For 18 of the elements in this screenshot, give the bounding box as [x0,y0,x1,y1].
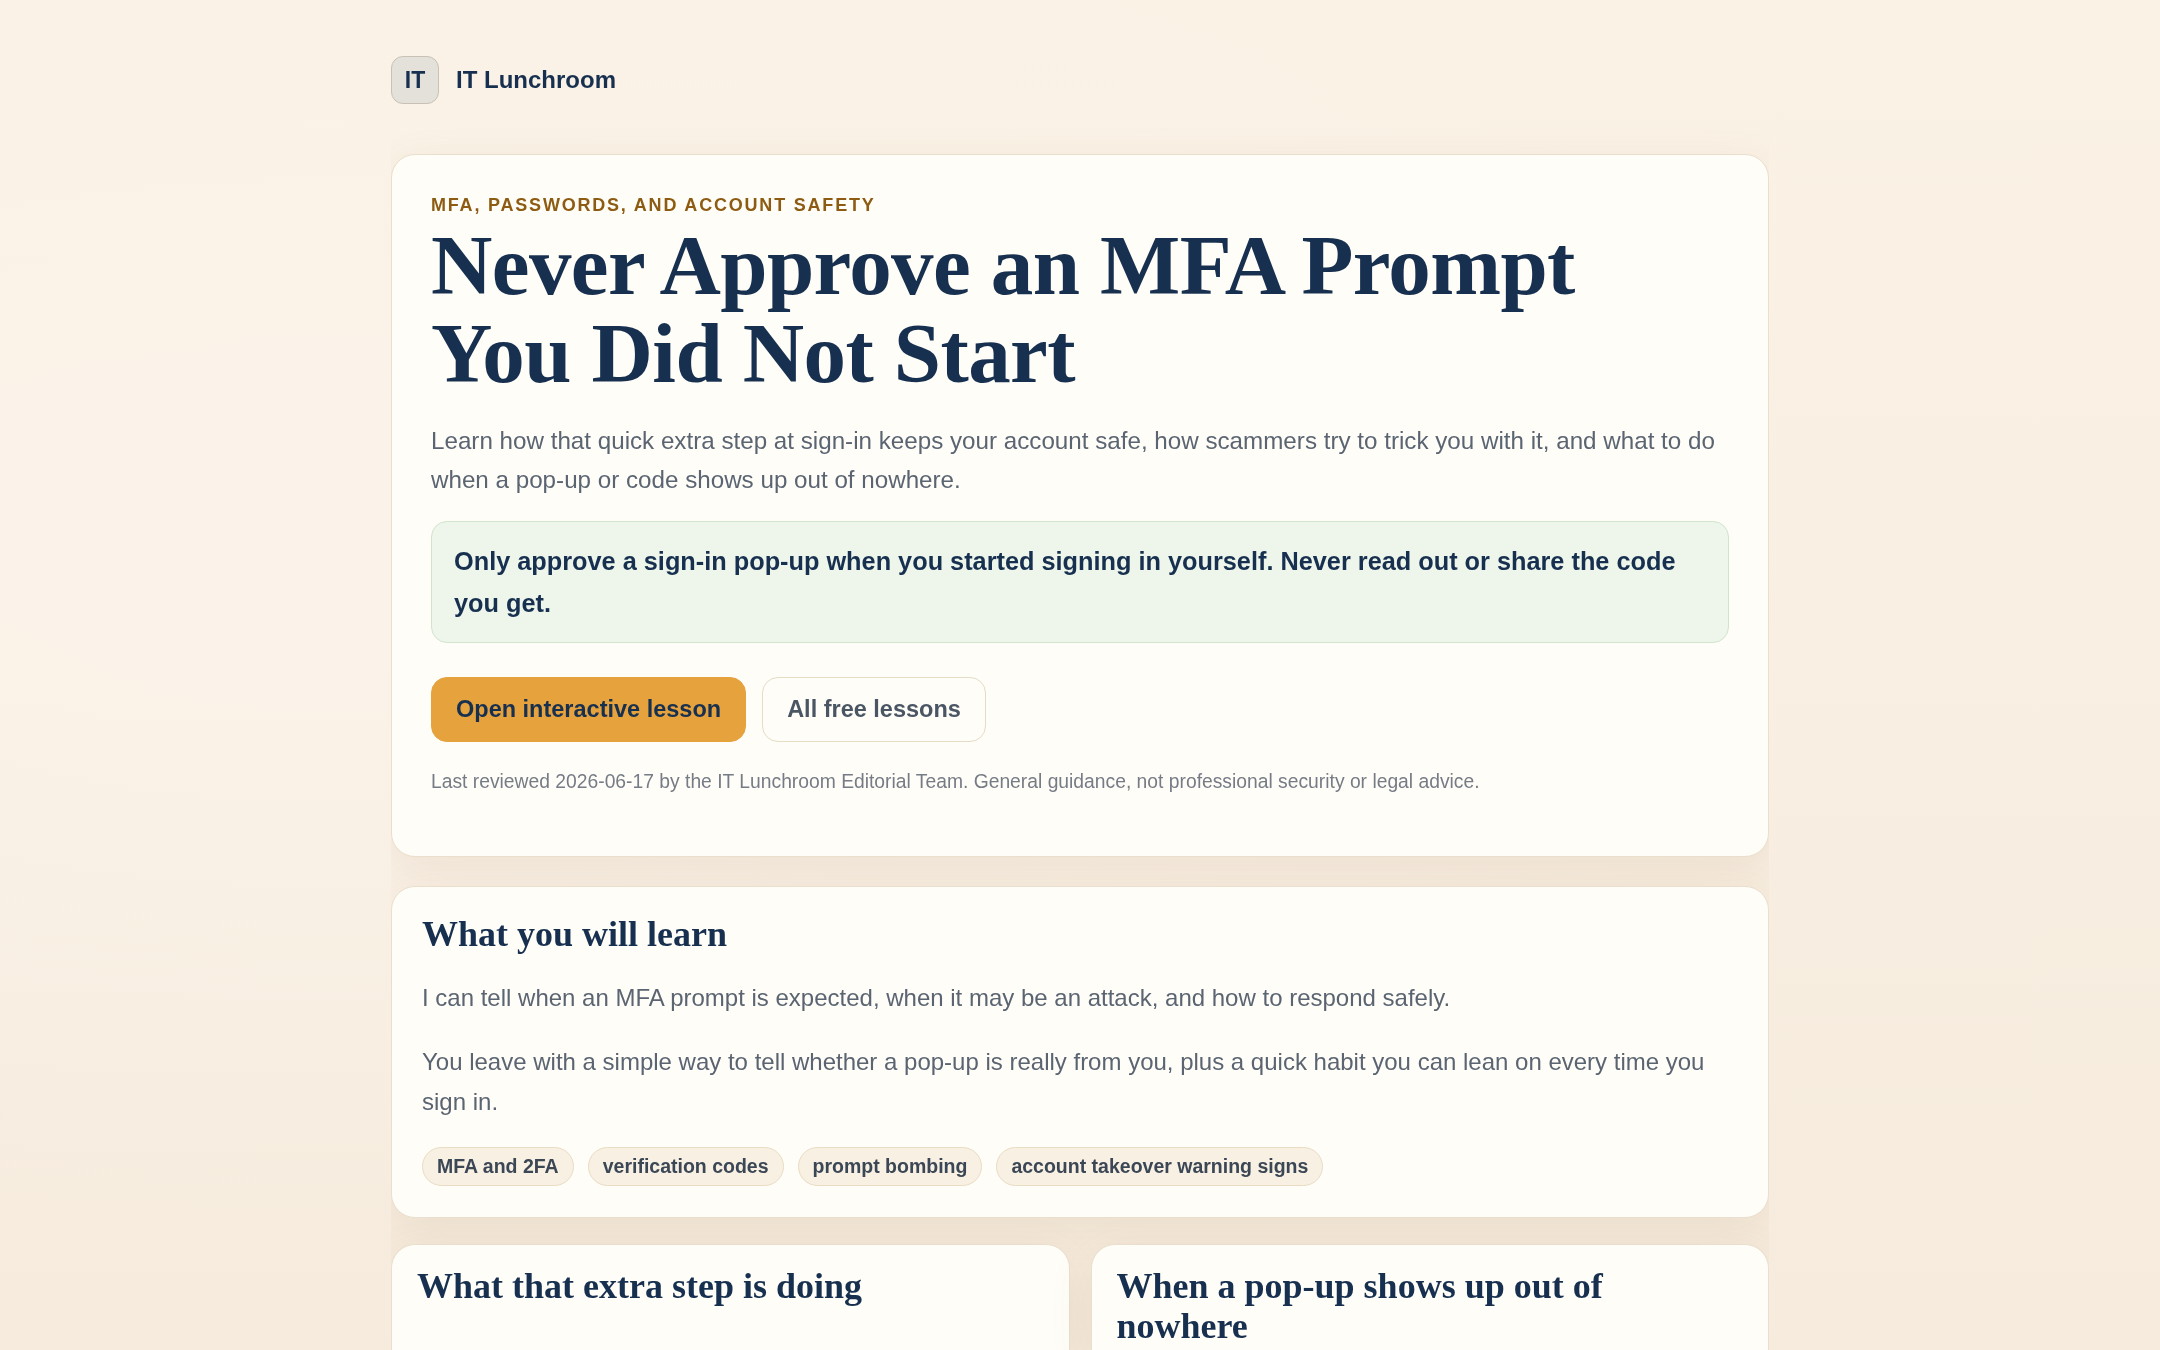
secondary-button[interactable]: All free lessons [762,677,986,742]
topic-tag: verification codes [587,1147,784,1186]
body-text: I can tell when an MFA prompt is expected, when it may be an attack, and how to respond safely. [422,983,1451,1013]
section-heading: What you will learn [422,913,727,955]
logo-tile: IT [391,56,439,104]
review-note: Last reviewed 2026-06-17 by the IT Lunchroom Editorial Team. General guidance, not professional security or legal advice. [431,770,1480,794]
section-heading: What that extra step is doing [417,1266,863,1306]
section-heading: When a pop-up shows up out of nowhere [1116,1266,1604,1346]
page-title: Never Approve an MFA Prompt You Did Not Start [431,221,1576,397]
topic-tag: account takeover warning signs [996,1147,1324,1186]
brand-name: IT Lunchroom [456,66,616,94]
primary-button[interactable]: Open interactive lesson [431,677,747,742]
key-tip: Only approve a sign-in pop-up when you started signing in yourself. Never read out or share the code you get. [431,521,1729,643]
intro-text: Learn how that quick extra step at sign-in keeps your account safe, how scammers try to trick you with it, and what to do when a pop-up or code shows up out of nowhere. [431,426,1716,495]
topic-tag: MFA and 2FA [422,1147,574,1186]
topic-tag: prompt bombing [797,1147,983,1186]
body-text: You leave with a simple way to tell whether a pop-up is really from you, plus a quick habit you can lean on every time you sign in. [422,1047,1706,1117]
category-label: MFA, PASSWORDS, AND ACCOUNT SAFETY [431,194,876,217]
